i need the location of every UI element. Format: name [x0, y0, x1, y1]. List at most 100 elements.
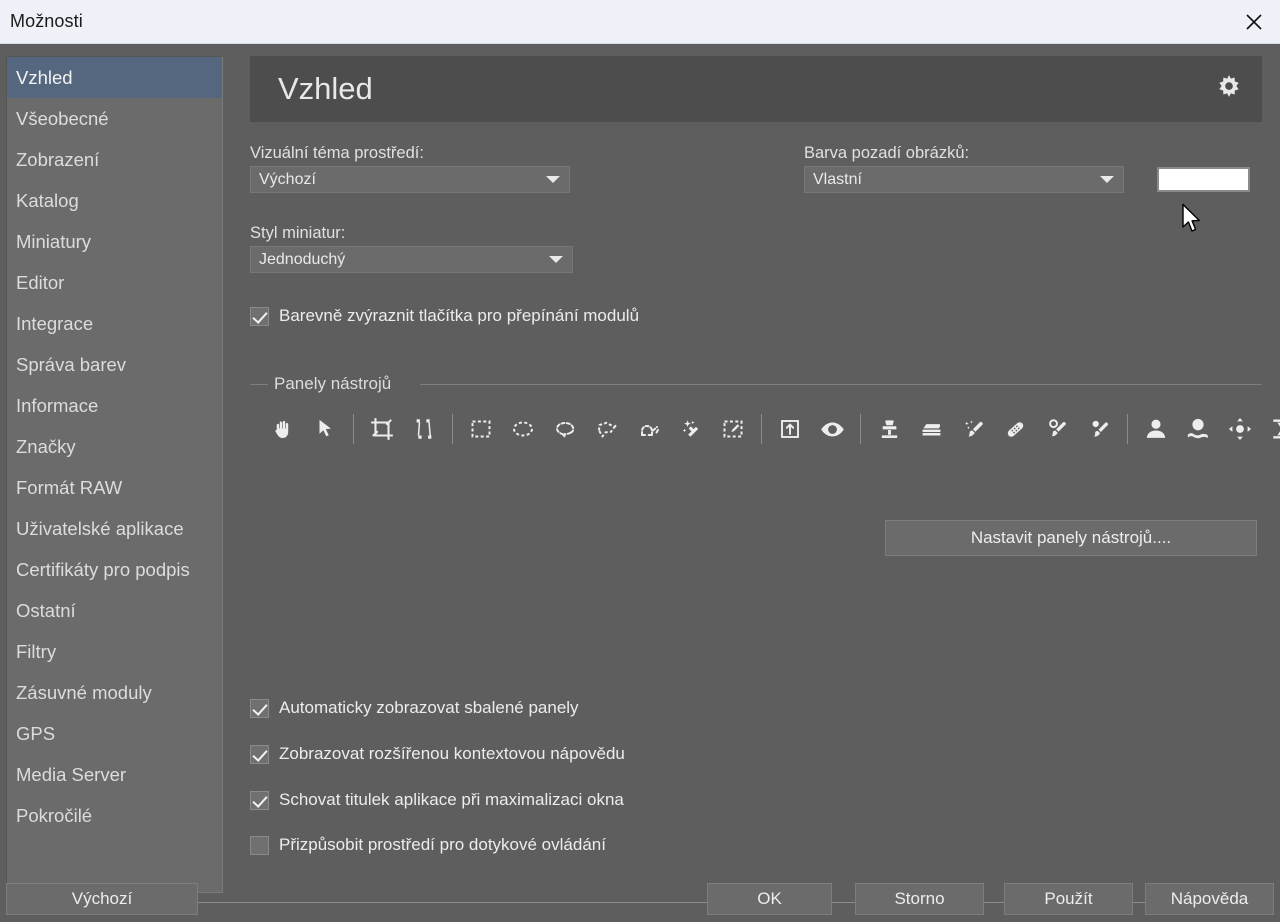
- magic-wand-icon[interactable]: [670, 408, 712, 450]
- toolbar-separator: [761, 414, 762, 444]
- sidebar-item-pokrocile[interactable]: Pokročilé: [7, 795, 222, 836]
- clone-stamp-icon[interactable]: [868, 408, 910, 450]
- sidebar-item-znacky[interactable]: Značky: [7, 426, 222, 467]
- sidebar-item-miniatury[interactable]: Miniatury: [7, 221, 222, 262]
- sidebar-item-zobrazeni[interactable]: Zobrazení: [7, 139, 222, 180]
- effect-brush-icon[interactable]: [952, 408, 994, 450]
- sidebar-item-label: Správa barev: [16, 353, 127, 375]
- hide-title-on-maximize-checkbox[interactable]: Schovat titulek aplikace při maximalizac…: [250, 790, 624, 810]
- sidebar-item-certifikaty-pro-podpis[interactable]: Certifikáty pro podpis: [7, 549, 222, 590]
- crop-icon[interactable]: [361, 408, 403, 450]
- image-bg-color-swatch[interactable]: [1157, 167, 1250, 192]
- warp-transform-icon[interactable]: [1261, 408, 1280, 450]
- retouch-brush-icon[interactable]: [1078, 408, 1120, 450]
- image-bg-select[interactable]: Vlastní: [804, 166, 1124, 193]
- checkbox-label: Automaticky zobrazovat sbalené panely: [279, 698, 579, 717]
- checkbox-box: [250, 790, 269, 810]
- toolbar-separator: [860, 414, 861, 444]
- defaults-button[interactable]: Výchozí: [6, 883, 198, 915]
- polygon-lasso-icon[interactable]: [586, 408, 628, 450]
- show-extended-context-help-checkbox[interactable]: Zobrazovat rozšířenou kontextovou nápově…: [250, 744, 625, 764]
- checkbox-box: [250, 744, 269, 764]
- chevron-down-icon: [549, 256, 563, 263]
- close-icon: [1245, 13, 1263, 31]
- sidebar-item-label: Vzhled: [16, 66, 73, 88]
- brush-select-icon[interactable]: [712, 408, 754, 450]
- eye-icon[interactable]: [811, 408, 853, 450]
- sidebar-item-label: Formát RAW: [16, 476, 123, 498]
- adapt-for-touch-checkbox[interactable]: Přizpůsobit prostředí pro dotykové ovlád…: [250, 835, 606, 855]
- thumbnail-style-select-value: Jednoduchý: [259, 250, 346, 268]
- sidebar-item-uzivatelske-aplikace[interactable]: Uživatelské aplikace: [7, 508, 222, 549]
- hand-icon[interactable]: [262, 408, 304, 450]
- ok-label: OK: [757, 889, 782, 908]
- skin-smooth-icon[interactable]: [1177, 408, 1219, 450]
- export-selection-icon[interactable]: [769, 408, 811, 450]
- close-button[interactable]: [1228, 0, 1280, 43]
- help-label: Nápověda: [1170, 889, 1249, 908]
- sidebar-item-vzhled[interactable]: Vzhled: [7, 57, 222, 98]
- dialog-body: Vzhled Všeobecné Zobrazení Katalog Minia…: [0, 44, 1280, 922]
- magnetic-lasso-icon[interactable]: [628, 408, 670, 450]
- sidebar-item-sprava-barev[interactable]: Správa barev: [7, 344, 222, 385]
- sidebar-item-katalog[interactable]: Katalog: [7, 180, 222, 221]
- sidebar-item-vseobecne[interactable]: Všeobecné: [7, 98, 222, 139]
- settings-category-list[interactable]: Vzhled Všeobecné Zobrazení Katalog Minia…: [6, 56, 223, 893]
- spot-heal-icon[interactable]: [1036, 408, 1078, 450]
- thumbnail-style-select[interactable]: Jednoduchý: [250, 246, 573, 273]
- toolbar-separator: [452, 414, 453, 444]
- sidebar-item-informace[interactable]: Informace: [7, 385, 222, 426]
- apply-label: Použít: [1044, 889, 1093, 908]
- page-header: Vzhled: [250, 56, 1262, 122]
- gear-icon[interactable]: [1212, 72, 1246, 106]
- sidebar-item-label: Katalog: [16, 189, 79, 211]
- sidebar-item-label: Zobrazení: [16, 148, 100, 170]
- toolbar-separator: [353, 414, 354, 444]
- checkbox-box: [250, 306, 269, 326]
- sidebar-item-label: Certifikáty pro podpis: [16, 558, 190, 580]
- sidebar-item-editor[interactable]: Editor: [7, 262, 222, 303]
- liquify-move-icon[interactable]: [1219, 408, 1261, 450]
- sidebar-item-integrace[interactable]: Integrace: [7, 303, 222, 344]
- configure-toolbars-button[interactable]: Nastavit panely nástrojů....: [885, 520, 1257, 556]
- rectangle-select-icon[interactable]: [460, 408, 502, 450]
- sidebar-item-format-raw[interactable]: Formát RAW: [7, 467, 222, 508]
- configure-toolbars-label: Nastavit panely nástrojů....: [970, 528, 1172, 547]
- sidebar-item-ostatni[interactable]: Ostatní: [7, 590, 222, 631]
- sidebar-item-label: Integrace: [16, 312, 94, 334]
- toolbars-group-title: Panely nástrojů: [274, 374, 392, 393]
- sidebar-item-label: Zásuvné moduly: [16, 681, 152, 703]
- cancel-button[interactable]: Storno: [855, 883, 984, 915]
- checkbox-label: Přizpůsobit prostředí pro dotykové ovlád…: [279, 835, 606, 854]
- ellipse-select-icon[interactable]: [502, 408, 544, 450]
- ok-button[interactable]: OK: [707, 883, 832, 915]
- window-title: Možnosti: [10, 11, 83, 31]
- image-bg-select-value: Vlastní: [813, 170, 862, 188]
- sidebar-item-label: Miniatury: [16, 230, 92, 252]
- gradient-icon[interactable]: [910, 408, 952, 450]
- auto-show-collapsed-panels-checkbox[interactable]: Automaticky zobrazovat sbalené panely: [250, 698, 579, 718]
- theme-select-value: Výchozí: [259, 170, 316, 188]
- colorize-module-buttons-checkbox[interactable]: Barevně zvýraznit tlačítka pro přepínání…: [250, 306, 639, 326]
- sidebar-item-media-server[interactable]: Media Server: [7, 754, 222, 795]
- sidebar-item-gps[interactable]: GPS: [7, 713, 222, 754]
- healing-patch-icon[interactable]: [994, 408, 1036, 450]
- pointer-icon[interactable]: [304, 408, 346, 450]
- toolbar-separator: [1127, 414, 1128, 444]
- page-title: Vzhled: [278, 71, 373, 106]
- theme-select[interactable]: Výchozí: [250, 166, 570, 193]
- straighten-icon[interactable]: [403, 408, 445, 450]
- sidebar-item-label: GPS: [16, 722, 56, 744]
- sidebar-item-label: Informace: [16, 394, 99, 416]
- settings-panel: Vzhled Vizuální téma prostředí: Výchozí …: [240, 56, 1280, 893]
- sidebar-item-zasuvne-moduly[interactable]: Zásuvné moduly: [7, 672, 222, 713]
- lasso-select-icon[interactable]: [544, 408, 586, 450]
- sidebar-item-label: Media Server: [16, 763, 127, 785]
- image-bg-label: Barva pozadí obrázků:: [804, 144, 970, 162]
- help-button[interactable]: Nápověda: [1145, 883, 1274, 915]
- cancel-label: Storno: [894, 889, 945, 908]
- thumbnail-style-label: Styl miniatur:: [250, 224, 346, 242]
- sidebar-item-filtry[interactable]: Filtry: [7, 631, 222, 672]
- apply-button[interactable]: Použít: [1004, 883, 1133, 915]
- portrait-icon[interactable]: [1135, 408, 1177, 450]
